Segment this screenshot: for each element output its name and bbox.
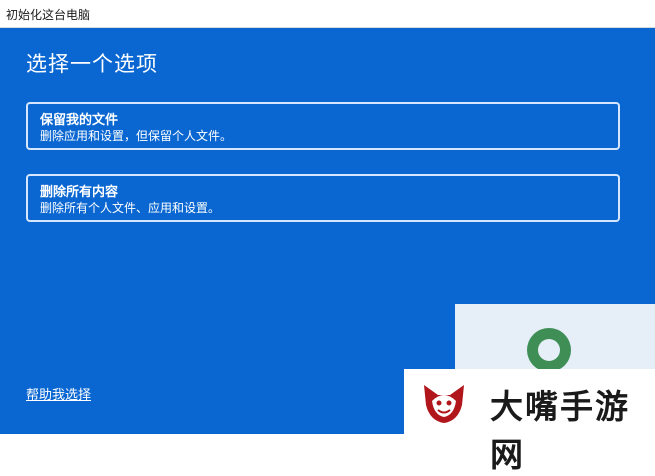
watermark-text: 大嘴手游网 [490, 387, 630, 474]
fox-head-logo-icon [424, 385, 464, 423]
title-bar: 初始化这台电脑 [0, 0, 655, 28]
help-me-choose-link[interactable]: 帮助我选择 [26, 384, 91, 403]
circle-graphic-icon [527, 328, 571, 372]
option-description: 删除应用和设置，但保留个人文件。 [40, 129, 233, 143]
remove-everything-option[interactable]: 删除所有内容 删除所有个人文件、应用和设置。 [26, 174, 620, 222]
window-title: 初始化这台电脑 [6, 8, 91, 22]
site-watermark: 大嘴手游网 [404, 369, 655, 474]
page-title: 选择一个选项 [26, 52, 158, 76]
option-label: 保留我的文件 [40, 113, 119, 128]
option-description: 删除所有个人文件、应用和设置。 [40, 201, 221, 215]
keep-my-files-option[interactable]: 保留我的文件 删除应用和设置，但保留个人文件。 [26, 102, 620, 150]
option-label: 删除所有内容 [40, 185, 119, 200]
